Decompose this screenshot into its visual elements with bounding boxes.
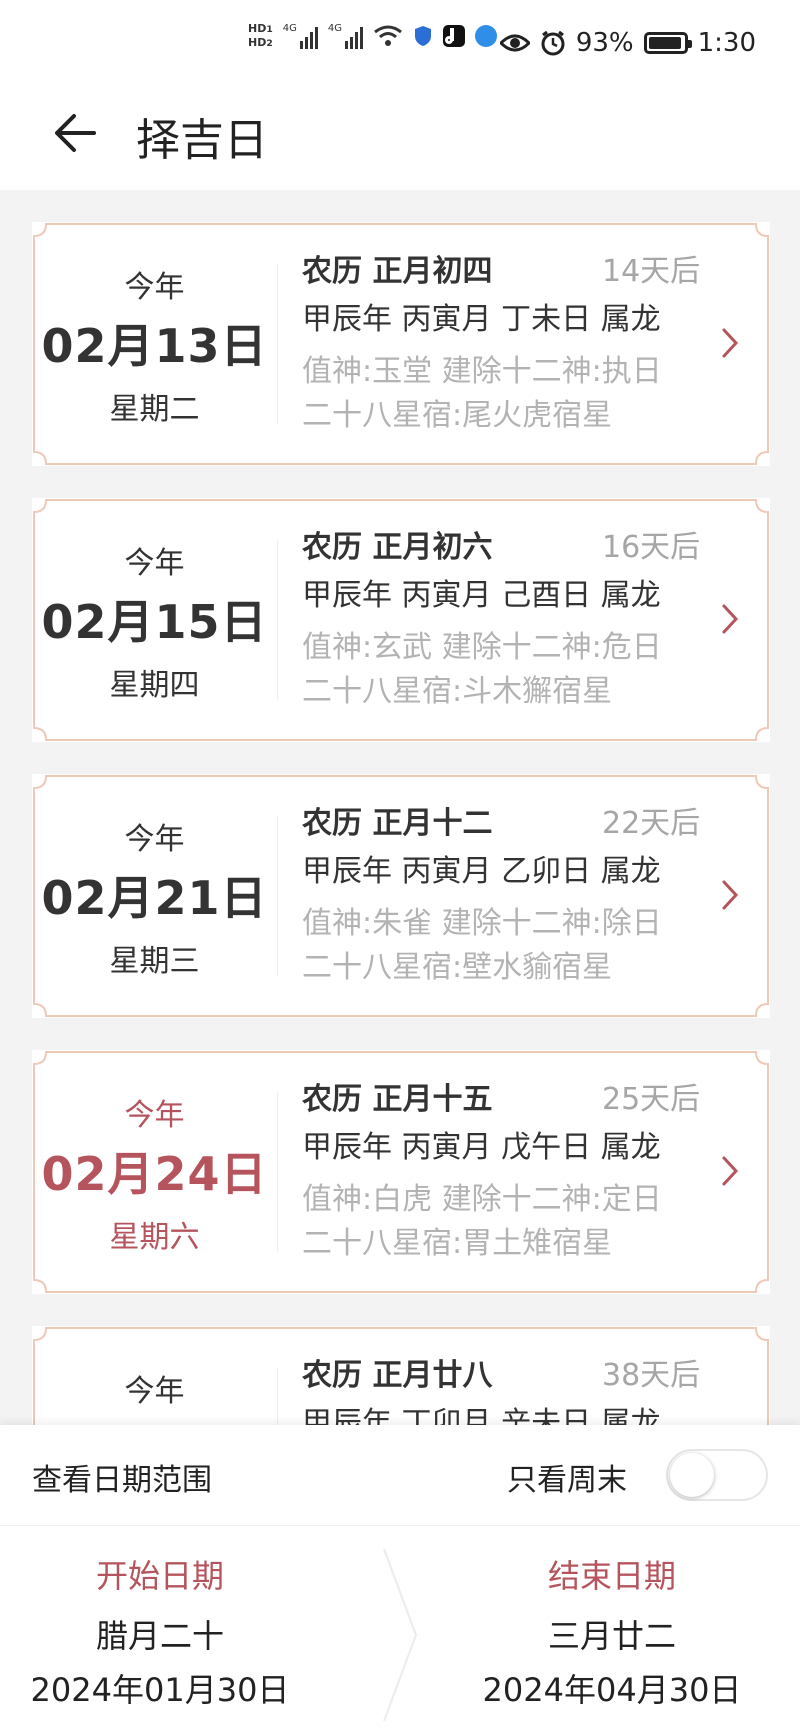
- date-range-panel: 查看日期范围 只看周末 开始日期 腊月二十 2024年01月30日 结束日期 三…: [0, 1425, 800, 1732]
- shield-icon: [414, 26, 431, 46]
- weekday-label: 星期六: [109, 1220, 200, 1255]
- days-after: 25天后: [602, 1082, 701, 1117]
- year-label: 今年: [124, 1374, 185, 1409]
- end-date-picker[interactable]: 结束日期 三月廿二 2024年04月30日: [452, 1551, 772, 1711]
- divider: [277, 1092, 278, 1252]
- ganzhi-text: 甲辰年 丙寅月 戊午日 属龙: [302, 1130, 661, 1165]
- hd-indicator: HD1 HD2: [248, 22, 273, 50]
- end-date-label: 结束日期: [547, 1557, 676, 1595]
- year-label: 今年: [124, 822, 185, 857]
- signal-icon: 4G: [283, 23, 318, 49]
- divider: [277, 816, 278, 976]
- alarm-icon: [541, 30, 565, 56]
- tiktok-icon: [442, 25, 465, 47]
- mansion-text: 二十八星宿:尾火虎宿星: [302, 398, 613, 433]
- days-after: 16天后: [602, 530, 701, 565]
- app-header: 择吉日: [0, 90, 800, 190]
- deity-text: 值神:玄武 建除十二神:危日: [302, 630, 662, 665]
- day-list[interactable]: 今年 02月13日 星期二 农历 正月初四 14天后 甲辰年 丙寅月 丁未日 属…: [0, 190, 800, 1425]
- year-label: 今年: [124, 546, 185, 581]
- clock: 1:30: [697, 28, 756, 58]
- deity-text: 值神:玉堂 建除十二神:执日: [302, 354, 662, 389]
- sig1-label: 4G: [282, 23, 297, 34]
- date-column: 今年 02月13日 星期二: [32, 222, 277, 466]
- divider: [277, 264, 278, 424]
- divider: [277, 540, 278, 700]
- end-gregorian-date: 2024年04月30日: [482, 1671, 742, 1709]
- eye-icon: [499, 34, 530, 52]
- day-card[interactable]: 今年 02月15日 星期四 农历 正月初六 16天后 甲辰年 丙寅月 己酉日 属…: [32, 498, 770, 742]
- mansion-text: 二十八星宿:胃土雉宿星: [302, 1226, 613, 1261]
- back-arrow-icon[interactable]: [50, 108, 100, 158]
- deity-text: 值神:朱雀 建除十二神:除日: [302, 906, 662, 941]
- range-arrow-icon: [383, 1548, 418, 1722]
- divider: [0, 1525, 800, 1526]
- wifi-icon: [374, 25, 402, 46]
- weekday-label: 星期二: [109, 392, 200, 427]
- year-label: 今年: [124, 1098, 185, 1133]
- weekend-only-toggle[interactable]: [666, 1449, 768, 1501]
- day-card[interactable]: 今年 农历 正月廿八 38天后 甲辰年 丁卯月 辛未日 属龙: [32, 1326, 770, 1425]
- ganzhi-text: 甲辰年 丁卯月 辛未日 属龙: [302, 1406, 661, 1425]
- battery-icon: [643, 32, 692, 54]
- mansion-text: 二十八星宿:斗木獬宿星: [302, 674, 613, 709]
- deity-text: 值神:白虎 建除十二神:定日: [302, 1182, 662, 1217]
- ganzhi-text: 甲辰年 丙寅月 己酉日 属龙: [302, 578, 661, 613]
- ganzhi-text: 甲辰年 丙寅月 丁未日 属龙: [302, 302, 661, 337]
- chevron-right-icon: [722, 1156, 739, 1186]
- range-label: 查看日期范围: [32, 1463, 212, 1498]
- date-label: 02月21日: [41, 871, 268, 925]
- mansion-text: 二十八星宿:壁水貐宿星: [302, 950, 613, 985]
- start-date-picker[interactable]: 开始日期 腊月二十 2024年01月30日: [0, 1551, 320, 1711]
- date-column: 今年 02月21日 星期三: [32, 774, 277, 1018]
- status-right: 93% 1:30: [499, 28, 756, 58]
- status-bar: HD1 HD2 4G 4G 93% 1:30: [0, 0, 800, 90]
- year-label: 今年: [124, 270, 185, 305]
- chevron-right-icon: [722, 880, 739, 910]
- weekend-only-label: 只看周末: [507, 1463, 627, 1498]
- hd2-sub: 2: [266, 38, 273, 49]
- date-label: 02月13日: [41, 319, 268, 373]
- date-label: 02月24日: [41, 1147, 268, 1201]
- date-column: 今年 02月15日 星期四: [32, 498, 277, 742]
- days-after: 22天后: [602, 806, 701, 841]
- day-card[interactable]: 今年 02月13日 星期二 农历 正月初四 14天后 甲辰年 丙寅月 丁未日 属…: [32, 222, 770, 466]
- toggle-knob: [670, 1453, 714, 1497]
- start-gregorian-date: 2024年01月30日: [30, 1671, 290, 1709]
- day-card[interactable]: 今年 02月24日 星期六 农历 正月十五 25天后 甲辰年 丙寅月 戊午日 属…: [32, 1050, 770, 1294]
- page-title: 择吉日: [136, 115, 268, 166]
- browser-icon: [474, 25, 497, 47]
- start-lunar-date: 腊月二十: [95, 1617, 224, 1655]
- chevron-right-icon: [722, 604, 739, 634]
- hd1-sub: 1: [266, 24, 273, 35]
- divider: [277, 1368, 278, 1425]
- hd2-label: HD: [248, 36, 267, 49]
- date-column: 今年: [32, 1326, 277, 1425]
- days-after: 14天后: [602, 254, 701, 289]
- battery-percent: 93%: [575, 28, 634, 58]
- hd1-label: HD: [248, 22, 267, 35]
- days-after: 38天后: [602, 1358, 701, 1393]
- day-card[interactable]: 今年 02月21日 星期三 农历 正月十二 22天后 甲辰年 丙寅月 乙卯日 属…: [32, 774, 770, 1018]
- signal-icon: 4G: [328, 23, 363, 49]
- chevron-right-icon: [722, 328, 739, 358]
- weekday-label: 星期三: [109, 944, 200, 979]
- sig2-label: 4G: [327, 23, 342, 34]
- date-column: 今年 02月24日 星期六: [32, 1050, 277, 1294]
- end-lunar-date: 三月廿二: [547, 1617, 676, 1655]
- ganzhi-text: 甲辰年 丙寅月 乙卯日 属龙: [302, 854, 661, 889]
- start-date-label: 开始日期: [95, 1557, 224, 1595]
- status-left: HD1 HD2 4G 4G: [248, 22, 497, 50]
- weekday-label: 星期四: [109, 668, 200, 703]
- date-label: 02月15日: [41, 595, 268, 649]
